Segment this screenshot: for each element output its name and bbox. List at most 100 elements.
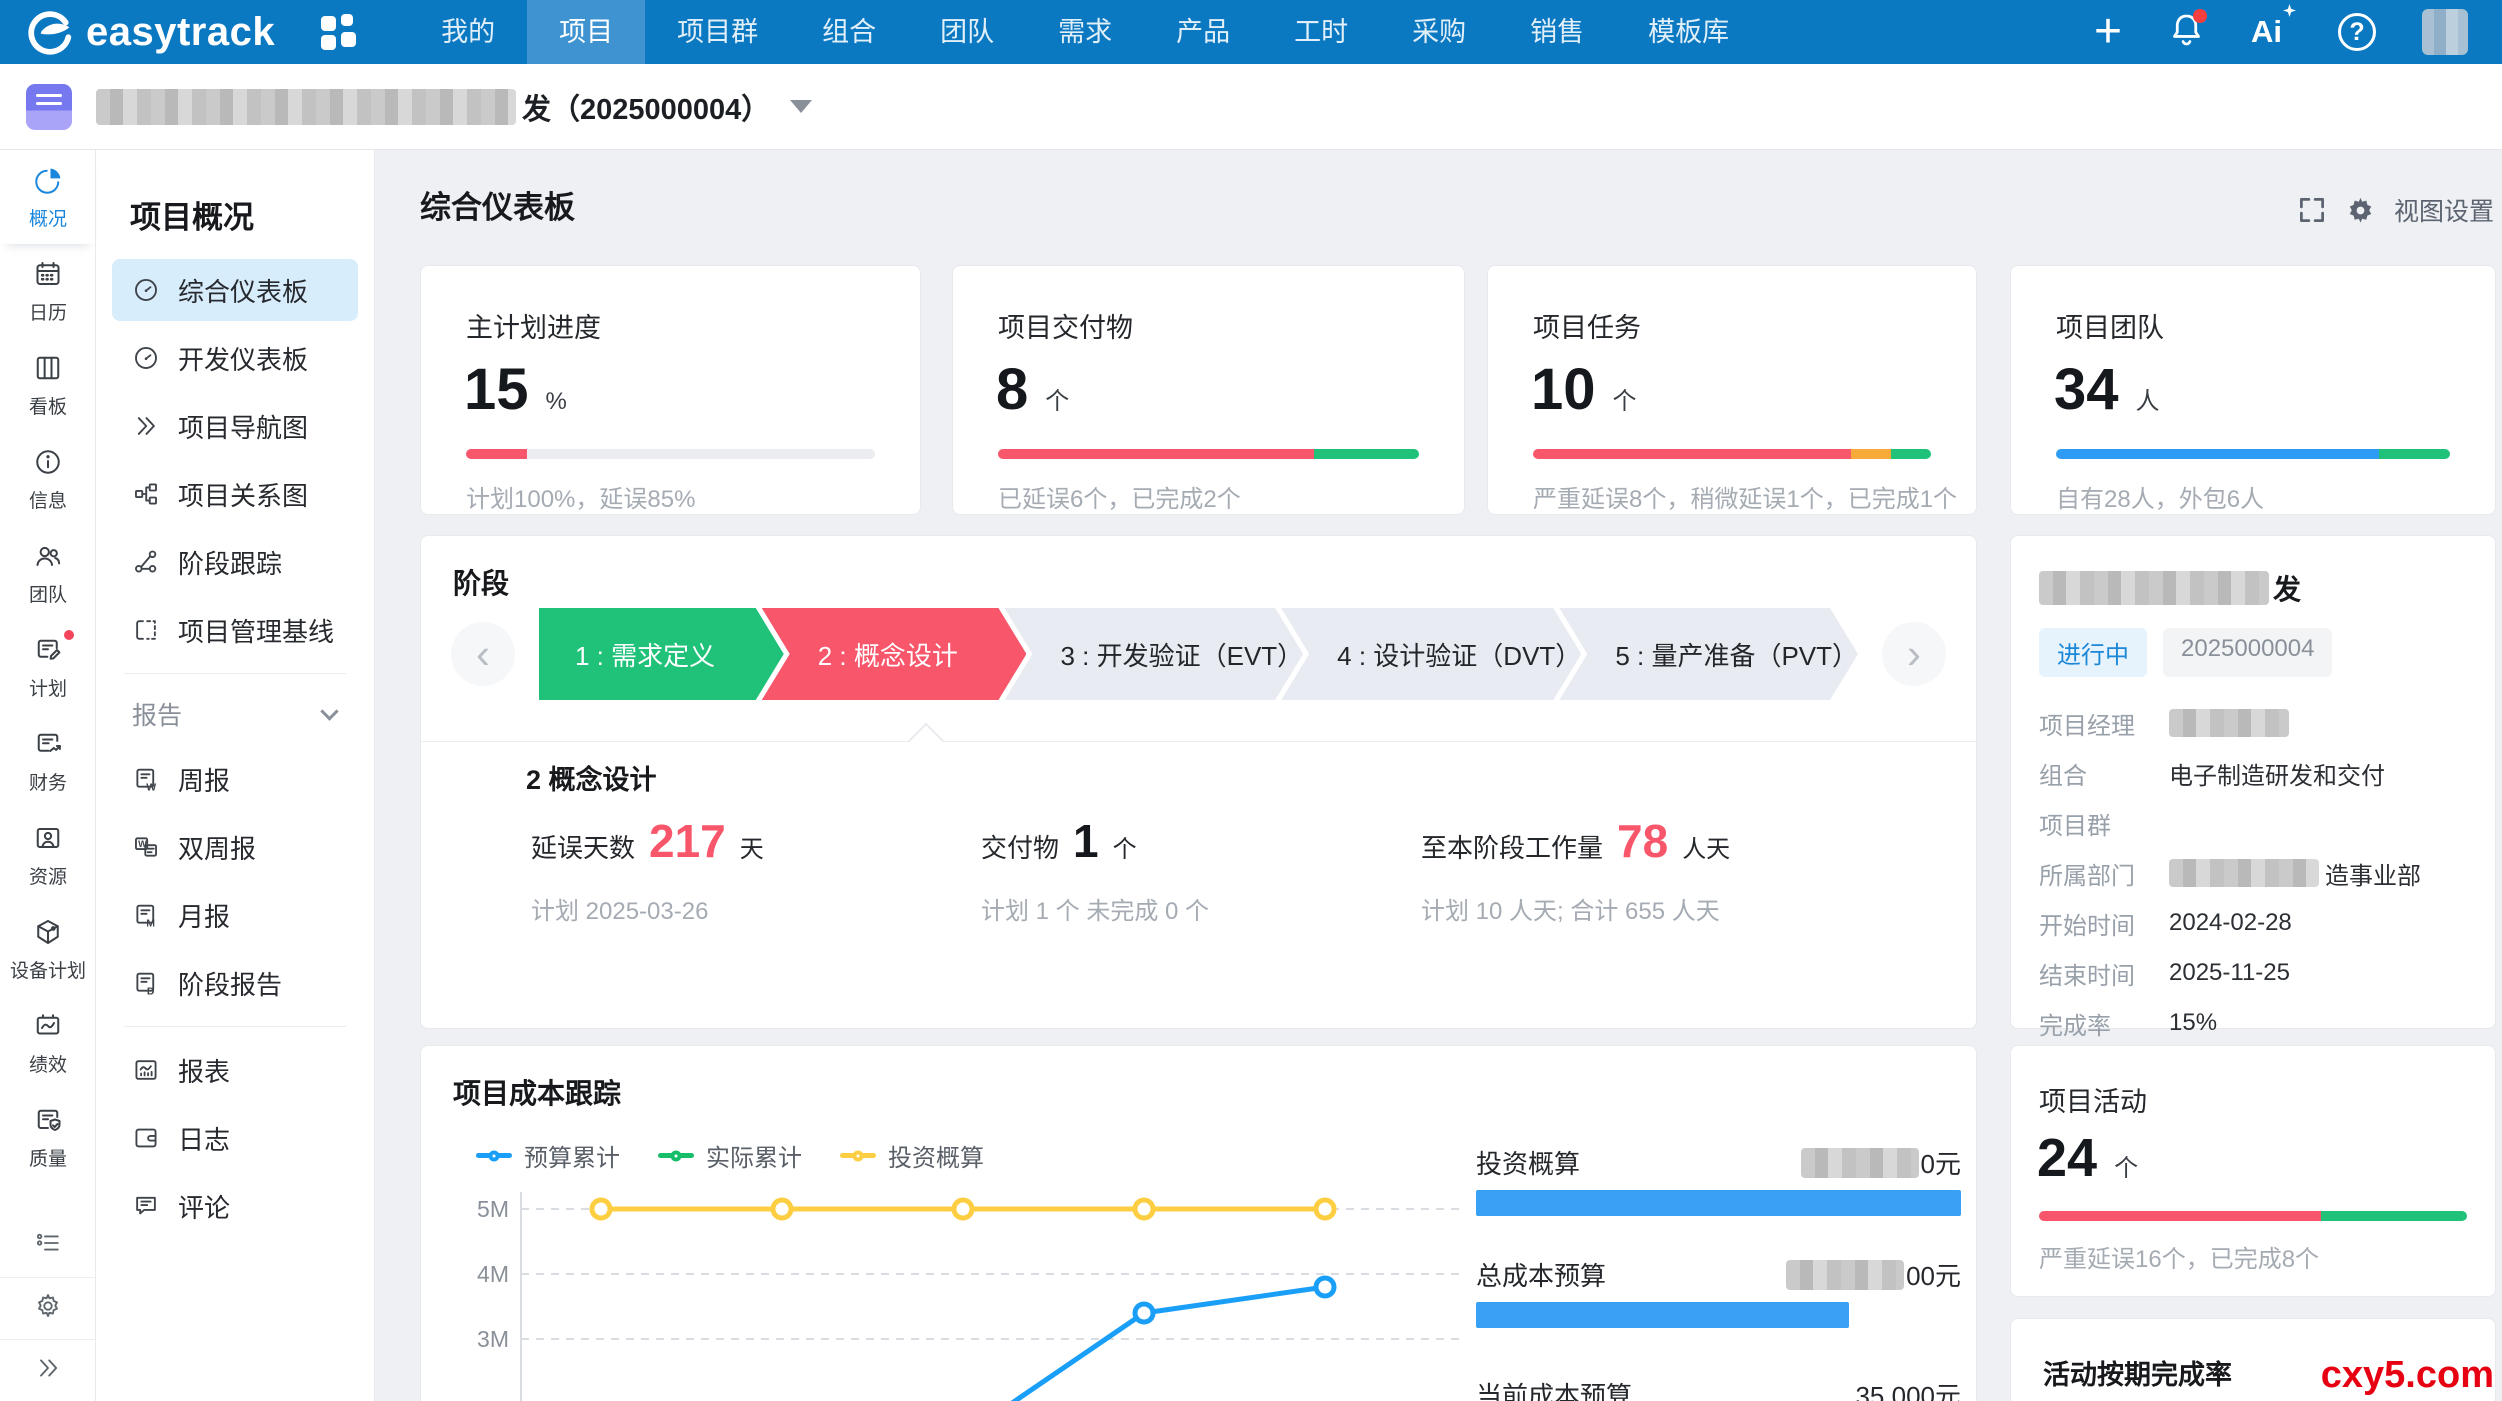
project-title-dropdown[interactable]: 发（2025000004） bbox=[96, 86, 812, 128]
stage-3-chevron[interactable]: 3 : 开发验证（EVT） bbox=[1004, 608, 1303, 700]
nav-item-sales[interactable]: 销售 bbox=[1498, 0, 1616, 64]
field-value: 2025-11-25 bbox=[2169, 959, 2290, 987]
progress-segment bbox=[2379, 449, 2450, 459]
apps-grid-icon[interactable] bbox=[321, 14, 357, 50]
sidebar-item-label: 报表 bbox=[178, 1052, 230, 1089]
report-w-icon: W bbox=[132, 765, 160, 793]
metric-caption: 计划 10 人天; 合计 655 人天 bbox=[1421, 891, 1730, 926]
stage-4-chevron[interactable]: 4 : 设计验证（DVT） bbox=[1281, 608, 1581, 700]
metric-unit: 人天 bbox=[1682, 829, 1730, 864]
rail-item-team[interactable]: 团队 bbox=[0, 526, 96, 620]
notifications-bell-icon[interactable] bbox=[2168, 11, 2205, 53]
project-code-badge: 2025000004 bbox=[2163, 628, 2332, 677]
rail-item-label: 看板 bbox=[29, 392, 67, 419]
sidebar-item-label: 阶段报告 bbox=[178, 965, 282, 1002]
rail-item-label: 计划 bbox=[29, 674, 67, 701]
legend-item[interactable]: 实际累计 bbox=[658, 1138, 802, 1173]
sidebar-item-report-table[interactable]: 报表 bbox=[112, 1039, 358, 1101]
card-unit: 个 bbox=[1045, 381, 1069, 416]
ai-assistant-icon[interactable]: Ai bbox=[2251, 14, 2292, 50]
rail-item-label: 财务 bbox=[29, 768, 67, 795]
budget-label: 当前成本预算 bbox=[1476, 1376, 1632, 1401]
rail-item-label: 设备计划 bbox=[10, 956, 86, 983]
sidebar-item-project-baseline[interactable]: 项目管理基线 bbox=[112, 599, 358, 661]
nav-item-product[interactable]: 产品 bbox=[1144, 0, 1262, 64]
rail-item-quality[interactable]: 质量 bbox=[0, 1090, 96, 1184]
card-value: 10 bbox=[1531, 361, 1596, 419]
rail-item-label: 绩效 bbox=[29, 1050, 67, 1077]
nav-item-requirement[interactable]: 需求 bbox=[1026, 0, 1144, 64]
sidebar-item-weekly-report[interactable]: W周报 bbox=[112, 748, 358, 810]
stage-prev-button[interactable]: ‹ bbox=[451, 622, 515, 686]
sidebar-item-biweekly-report[interactable]: W双周报 bbox=[112, 816, 358, 878]
sidebar-item-composite-dashboard[interactable]: 综合仪表板 bbox=[112, 259, 358, 321]
equipment-icon bbox=[33, 917, 63, 947]
rail-item-kanban[interactable]: 看板 bbox=[0, 338, 96, 432]
chevron-down-icon bbox=[790, 100, 812, 113]
view-gear-icon[interactable] bbox=[2345, 195, 2376, 226]
sidebar-group-reports[interactable]: 报告 bbox=[112, 686, 358, 742]
sidebar-item-label: 项目关系图 bbox=[178, 476, 308, 513]
nav-item-my[interactable]: 我的 bbox=[409, 0, 527, 64]
view-settings-label[interactable]: 视图设置 bbox=[2394, 192, 2494, 228]
help-icon[interactable]: ? bbox=[2338, 13, 2376, 51]
sidebar-item-stage-tracking[interactable]: 阶段跟踪 bbox=[112, 531, 358, 593]
nav-item-procurement[interactable]: 采购 bbox=[1380, 0, 1498, 64]
app-logo[interactable]: easytrack bbox=[26, 9, 275, 55]
progress-bar bbox=[2056, 449, 2450, 459]
user-avatar[interactable] bbox=[2422, 9, 2468, 55]
calendar-icon bbox=[33, 259, 63, 289]
nav-item-team[interactable]: 团队 bbox=[908, 0, 1026, 64]
fullscreen-icon[interactable] bbox=[2297, 195, 2327, 225]
info-field: 完成率 15% bbox=[2039, 998, 2475, 1048]
org-icon bbox=[132, 480, 160, 508]
rail-item-performance[interactable]: 绩效 bbox=[0, 996, 96, 1090]
redacted-project-name bbox=[96, 89, 516, 125]
sidebar-item-monthly-report[interactable]: M月报 bbox=[112, 884, 358, 946]
redacted-amount bbox=[1786, 1260, 1904, 1290]
rail-item-info[interactable]: 信息 bbox=[0, 432, 96, 526]
metric-caption: 计划 1 个 未完成 0 个 bbox=[981, 891, 1209, 926]
nav-item-portfolio[interactable]: 组合 bbox=[790, 0, 908, 64]
rail-footer-settings[interactable] bbox=[0, 1277, 96, 1339]
stage-1-chevron[interactable]: 1 : 需求定义 bbox=[539, 608, 784, 700]
field-value bbox=[2169, 709, 2289, 737]
rail-item-finance[interactable]: 财务 bbox=[0, 714, 96, 808]
sidebar-item-log[interactable]: 日志 bbox=[112, 1107, 358, 1169]
rail-footer-collapse[interactable] bbox=[0, 1339, 96, 1401]
field-value: 造事业部 bbox=[2169, 856, 2421, 891]
nav-item-template-library[interactable]: 模板库 bbox=[1616, 0, 1761, 64]
budget-label: 总成本预算 bbox=[1476, 1256, 1606, 1293]
progress-bar bbox=[1533, 449, 1931, 459]
report-chart-icon bbox=[132, 1056, 160, 1084]
stage-5-chevron[interactable]: 5 : 量产准备（PVT） bbox=[1559, 608, 1858, 700]
notification-dot bbox=[2193, 9, 2207, 23]
rail-item-calendar[interactable]: 日历 bbox=[0, 244, 96, 338]
sidebar-item-stage-report[interactable]: D阶段报告 bbox=[112, 952, 358, 1014]
redacted-project-name bbox=[2039, 571, 2269, 605]
legend-item[interactable]: 预算累计 bbox=[476, 1138, 620, 1173]
sidebar-item-dev-dashboard[interactable]: 开发仪表板 bbox=[112, 327, 358, 389]
rail-footer-list[interactable] bbox=[0, 1215, 96, 1277]
card-value: 34 bbox=[2054, 361, 2119, 419]
gear-icon bbox=[34, 1292, 62, 1320]
sidebar-item-project-relation[interactable]: 项目关系图 bbox=[112, 463, 358, 525]
nav-item-project[interactable]: 项目 bbox=[527, 0, 645, 64]
nav-item-program[interactable]: 项目群 bbox=[645, 0, 790, 64]
stage-2-chevron[interactable]: 2 : 概念设计 bbox=[762, 608, 1027, 700]
budget-value: 0元 bbox=[1801, 1144, 1961, 1181]
redacted-amount bbox=[1801, 1148, 1919, 1178]
rail-item-plan[interactable]: 计划 bbox=[0, 620, 96, 714]
sidebar-item-project-navigation[interactable]: 项目导航图 bbox=[112, 395, 358, 457]
create-plus-icon[interactable]: + bbox=[2094, 12, 2122, 52]
legend-item[interactable]: 投资概算 bbox=[840, 1138, 984, 1173]
stage-next-button[interactable]: › bbox=[1882, 622, 1946, 686]
nav-item-timesheet[interactable]: 工时 bbox=[1262, 0, 1380, 64]
sidebar-item-comment[interactable]: 评论 bbox=[112, 1175, 358, 1237]
rail-item-equipment-plan[interactable]: 设备计划 bbox=[0, 902, 96, 996]
rail-item-overview[interactable]: 概况 bbox=[0, 150, 96, 244]
chart-legend: 预算累计 实际累计 投资概算 bbox=[476, 1138, 984, 1173]
chevron-down-icon bbox=[320, 702, 338, 720]
rail-item-resource[interactable]: 资源 bbox=[0, 808, 96, 902]
cost-card-title: 项目成本跟踪 bbox=[453, 1072, 621, 1112]
